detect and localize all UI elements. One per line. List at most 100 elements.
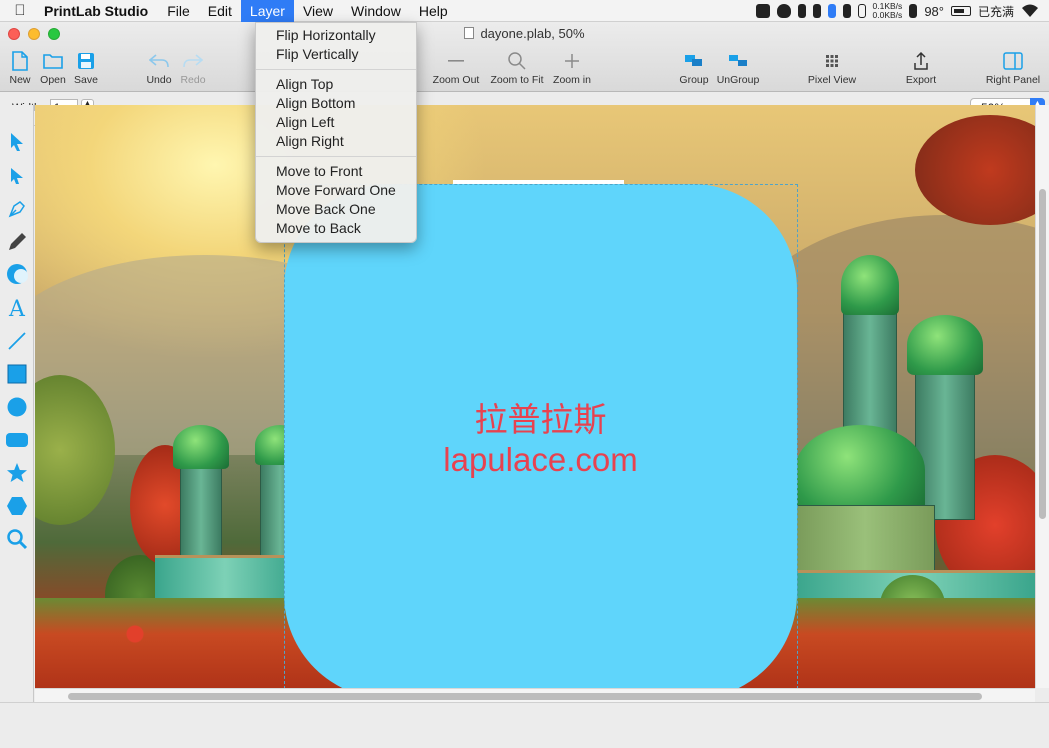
zoom-to-fit-button[interactable]: Zoom to Fit <box>487 48 547 86</box>
ellipse-tool[interactable] <box>5 396 29 420</box>
text-icon: A <box>9 296 25 322</box>
zoom-magnifier-icon <box>6 528 28 553</box>
memory-meter-icon[interactable] <box>812 4 821 18</box>
open-folder-icon <box>38 48 68 74</box>
menu-item-align-bottom[interactable]: Align Bottom <box>256 94 416 113</box>
zoom-tool[interactable] <box>5 528 29 552</box>
window-title-text: dayone.plab, 50% <box>480 26 585 41</box>
vertical-scroll-thumb[interactable] <box>1039 189 1046 519</box>
wifi-icon[interactable] <box>1021 4 1039 18</box>
menu-item-flip-vertically[interactable]: Flip Vertically <box>256 45 416 64</box>
cpu-meter-icon[interactable] <box>797 4 806 18</box>
network-speed[interactable]: 0.1KB/s 0.0KB/s <box>873 2 903 20</box>
zoom-in-button[interactable]: Zoom in <box>550 48 594 86</box>
pen-tool[interactable] <box>5 198 29 222</box>
gradient-tool[interactable] <box>5 263 29 287</box>
new-button[interactable]: New <box>6 48 34 86</box>
ungroup-icon <box>714 48 762 74</box>
ungroup-label: UnGroup <box>716 74 760 86</box>
pen-icon <box>7 199 27 222</box>
temperature[interactable]: 98° <box>924 4 944 19</box>
star-icon <box>6 462 28 487</box>
zoom-out-button[interactable]: Zoom Out <box>428 48 484 86</box>
text-tool[interactable]: A <box>5 296 29 322</box>
undo-icon <box>144 48 174 74</box>
export-label: Export <box>905 74 937 86</box>
dome-right-2 <box>907 315 983 375</box>
zoom-in-label: Zoom in <box>553 74 591 86</box>
qq-icon[interactable] <box>776 4 791 18</box>
menu-item-move-to-back[interactable]: Move to Back <box>256 219 416 238</box>
new-label: New <box>9 74 31 86</box>
menu-item-flip-horizontally[interactable]: Flip Horizontally <box>256 26 416 45</box>
save-button[interactable]: Save <box>72 48 100 86</box>
star-tool[interactable] <box>5 462 29 486</box>
ungroup-button[interactable]: UnGroup <box>714 48 762 86</box>
ellipse-icon <box>6 396 28 421</box>
menu-separator <box>256 156 416 157</box>
direct-select-tool[interactable] <box>5 165 29 189</box>
vertical-scrollbar[interactable] <box>1035 105 1049 688</box>
line-tool[interactable] <box>5 330 29 354</box>
redo-button[interactable]: Redo <box>178 48 208 86</box>
horizontal-scrollbar[interactable] <box>35 688 1035 702</box>
disk-meter-icon[interactable] <box>827 4 836 18</box>
sensor-icon[interactable] <box>909 4 918 18</box>
group-label: Group <box>679 74 709 86</box>
direct-select-icon <box>9 167 25 188</box>
rounded-rect-tool[interactable] <box>5 429 29 453</box>
menu-help[interactable]: Help <box>410 0 457 22</box>
export-button[interactable]: Export <box>900 48 942 86</box>
line-icon <box>7 331 27 354</box>
undo-button[interactable]: Undo <box>144 48 174 86</box>
status-area: 0.1KB/s 0.0KB/s 98° 已充满 <box>755 0 1049 22</box>
tower-left <box>180 455 222 565</box>
battery-meter-icon[interactable] <box>842 4 851 18</box>
new-file-icon <box>6 48 34 74</box>
polygon-tool[interactable] <box>5 495 29 519</box>
zoom-to-fit-label: Zoom to Fit <box>490 74 544 86</box>
open-button[interactable]: Open <box>38 48 68 86</box>
save-label: Save <box>74 74 98 86</box>
apple-menu-icon[interactable]:  <box>0 2 40 19</box>
menu-item-move-back-one[interactable]: Move Back One <box>256 200 416 219</box>
rectangle-tool[interactable] <box>5 363 29 387</box>
right-panel-button[interactable]: Right Panel <box>982 48 1044 86</box>
menu-item-move-to-front[interactable]: Move to Front <box>256 162 416 181</box>
menu-item-align-top[interactable]: Align Top <box>256 75 416 94</box>
pencil-tool[interactable] <box>5 231 29 255</box>
menu-file[interactable]: File <box>158 0 199 22</box>
net-down: 0.0KB/s <box>872 10 903 20</box>
menu-item-align-left[interactable]: Align Left <box>256 113 416 132</box>
dome-right-big <box>795 425 925 515</box>
menu-edit[interactable]: Edit <box>199 0 241 22</box>
menu-item-align-right[interactable]: Align Right <box>256 132 416 151</box>
gradient-icon <box>6 263 28 288</box>
layer-menu-dropdown: Flip Horizontally Flip Vertically Align … <box>255 22 417 243</box>
tree-red-top <box>915 115 1035 225</box>
right-panel-label: Right Panel <box>985 74 1041 86</box>
menu-view[interactable]: View <box>294 0 342 22</box>
window-title: dayone.plab, 50% <box>0 26 1049 41</box>
building-right <box>795 505 935 575</box>
menu-app-name[interactable]: PrintLab Studio <box>40 0 158 22</box>
shape-text-english[interactable]: lapulace.com <box>443 441 637 479</box>
shape-text-chinese[interactable]: 拉普拉斯 <box>475 393 607 441</box>
menu-item-move-forward-one[interactable]: Move Forward One <box>256 181 416 200</box>
pixel-view-button[interactable]: Pixel View <box>804 48 860 86</box>
pencil-icon <box>6 231 28 256</box>
tool-palette: A <box>0 105 34 710</box>
select-tool[interactable] <box>5 131 29 155</box>
magnifier-icon <box>487 48 547 74</box>
group-button[interactable]: Group <box>676 48 712 86</box>
menu-layer[interactable]: Layer <box>240 0 294 22</box>
rounded-rectangle-shape[interactable]: 拉普拉斯 lapulace.com <box>284 184 797 688</box>
menu-window[interactable]: Window <box>342 0 410 22</box>
horizontal-scroll-thumb[interactable] <box>68 693 982 700</box>
battery-icon[interactable] <box>950 6 971 16</box>
airplay-icon[interactable] <box>755 4 770 18</box>
battery-status[interactable]: 已充满 <box>978 3 1014 20</box>
save-icon <box>72 48 100 74</box>
sync-icon[interactable] <box>857 4 866 18</box>
canvas[interactable]: 拉普拉斯 lapulace.com <box>35 105 1035 688</box>
